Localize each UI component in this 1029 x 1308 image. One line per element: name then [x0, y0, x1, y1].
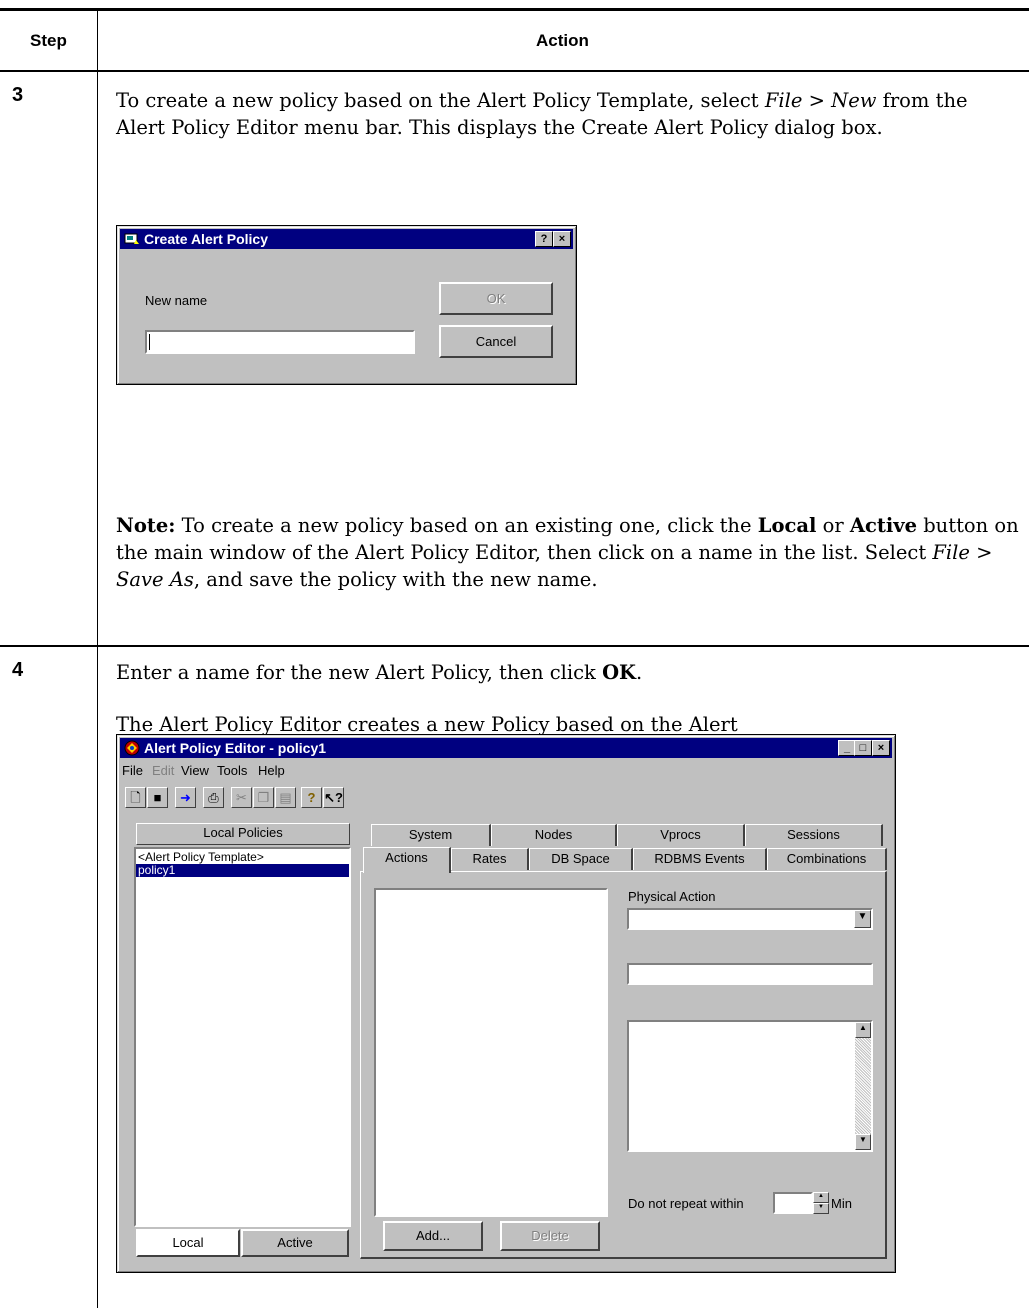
header-bottom-rule: [0, 70, 1029, 72]
physical-action-select[interactable]: ▼: [627, 908, 873, 930]
local-policies-label: Local Policies: [203, 825, 283, 840]
create-alert-policy-dialog: Create Alert Policy ? × New name OK Canc…: [116, 225, 577, 385]
alert-policy-editor-window: Alert Policy Editor - policy1 _ □ × File…: [116, 734, 896, 1273]
save-icon[interactable]: ■: [147, 787, 168, 808]
tab-combinations[interactable]: Combinations: [767, 848, 887, 870]
repeat-minutes-input[interactable]: [773, 1192, 813, 1214]
step-column-header: Step: [30, 31, 67, 50]
context-help-icon[interactable]: ↖?: [323, 787, 344, 808]
list-item-selected[interactable]: policy1: [136, 864, 349, 877]
local-policies-header: Local Policies: [136, 823, 350, 845]
tab-rates[interactable]: Rates: [451, 848, 529, 870]
step4-instruction: Enter a name for the new Alert Policy, t…: [116, 661, 643, 684]
tab-rdbms-events-label: RDBMS Events: [654, 851, 745, 866]
menu-file[interactable]: File: [122, 763, 143, 778]
cut-icon[interactable]: ✂: [231, 787, 252, 808]
print-icon[interactable]: ⎙: [203, 787, 224, 808]
step3-instructions: To create a new policy based on the Aler…: [116, 89, 968, 139]
about-icon[interactable]: ?: [301, 787, 322, 808]
step-number-4: 4: [12, 659, 24, 681]
ok-label: OK: [486, 291, 506, 306]
tab-actions[interactable]: Actions: [363, 847, 451, 873]
maximize-icon[interactable]: □: [854, 740, 872, 756]
column-divider: [97, 10, 98, 1308]
tab-sessions-label: Sessions: [787, 827, 840, 842]
menu-edit[interactable]: Edit: [152, 763, 174, 778]
scroll-down-icon[interactable]: ▼: [855, 1134, 871, 1150]
menu-view[interactable]: View: [181, 763, 209, 778]
paste-icon[interactable]: ▤: [275, 787, 296, 808]
action-text-area[interactable]: ▲ ▼: [627, 1020, 873, 1152]
action-detail-input[interactable]: [627, 963, 873, 985]
tab-nodes[interactable]: Nodes: [491, 824, 617, 846]
tab-nodes-label: Nodes: [534, 827, 573, 842]
editor-app-icon: [124, 740, 140, 756]
minutes-spinner[interactable]: ▲ ▼: [813, 1192, 829, 1214]
cancel-button[interactable]: Cancel: [439, 325, 553, 358]
editor-title: Alert Policy Editor - policy1: [144, 740, 327, 756]
tab-rates-label: Rates: [472, 851, 507, 866]
dialog-titlebar: Create Alert Policy ? ×: [120, 229, 573, 249]
new-name-input[interactable]: [145, 330, 415, 354]
tab-actions-label: Actions: [385, 850, 428, 865]
tab-page: Physical Action ▼ ▲ ▼ Do not repeat with…: [360, 871, 887, 1259]
help-icon[interactable]: ?: [535, 231, 553, 247]
physical-action-label: Physical Action: [628, 889, 716, 904]
menu-help[interactable]: Help: [258, 763, 285, 778]
close-icon[interactable]: ×: [872, 740, 890, 756]
policy-list[interactable]: <Alert Policy Template> policy1: [134, 847, 351, 1227]
dialog-app-icon: [124, 233, 139, 244]
tab-db-space-label: DB Space: [551, 851, 610, 866]
dialog-title: Create Alert Policy: [144, 231, 268, 247]
tab-rdbms-events[interactable]: RDBMS Events: [633, 848, 767, 870]
menu-tools[interactable]: Tools: [217, 763, 247, 778]
active-button[interactable]: Active: [241, 1229, 349, 1257]
copy-icon[interactable]: ❐: [253, 787, 274, 808]
scrollbar[interactable]: ▲ ▼: [855, 1022, 871, 1150]
tab-db-space[interactable]: DB Space: [529, 848, 633, 870]
spin-up-icon[interactable]: ▲: [813, 1192, 829, 1203]
text-caret: [149, 334, 150, 350]
list-item[interactable]: <Alert Policy Template>: [136, 849, 349, 864]
tab-system-label: System: [408, 827, 453, 842]
add-label: Add...: [416, 1228, 450, 1243]
action-column-header: Action: [536, 31, 589, 50]
actions-list[interactable]: [374, 888, 608, 1217]
do-not-repeat-label: Do not repeat within: [628, 1196, 744, 1211]
ok-button[interactable]: OK: [439, 282, 553, 315]
close-icon[interactable]: ×: [553, 231, 571, 247]
tab-sessions[interactable]: Sessions: [745, 824, 883, 846]
tab-combinations-label: Combinations: [786, 851, 867, 866]
apply-arrow-icon[interactable]: ➜: [175, 787, 196, 808]
chevron-down-icon[interactable]: ▼: [854, 910, 871, 928]
local-button[interactable]: Local: [136, 1229, 240, 1257]
scroll-up-icon[interactable]: ▲: [855, 1022, 871, 1038]
table-top-rule: [0, 8, 1029, 11]
step3-note: Note: To create a new policy based on an…: [116, 514, 1019, 591]
tab-vprocs[interactable]: Vprocs: [617, 824, 745, 846]
cancel-label: Cancel: [475, 334, 517, 349]
new-file-icon[interactable]: 🗋: [125, 787, 146, 808]
editor-titlebar: Alert Policy Editor - policy1 _ □ ×: [120, 738, 892, 758]
step-number-3: 3: [12, 84, 24, 106]
row-divider: [0, 645, 1029, 647]
tab-vprocs-label: Vprocs: [660, 827, 701, 842]
new-name-label: New name: [145, 293, 208, 308]
min-label: Min: [831, 1196, 852, 1211]
delete-label: Delete: [531, 1228, 569, 1243]
add-button[interactable]: Add...: [383, 1221, 483, 1251]
active-label: Active: [277, 1235, 313, 1250]
tab-system[interactable]: System: [371, 824, 491, 846]
delete-button[interactable]: Delete: [500, 1221, 600, 1251]
local-label: Local: [172, 1235, 204, 1250]
spin-down-icon[interactable]: ▼: [813, 1203, 829, 1214]
